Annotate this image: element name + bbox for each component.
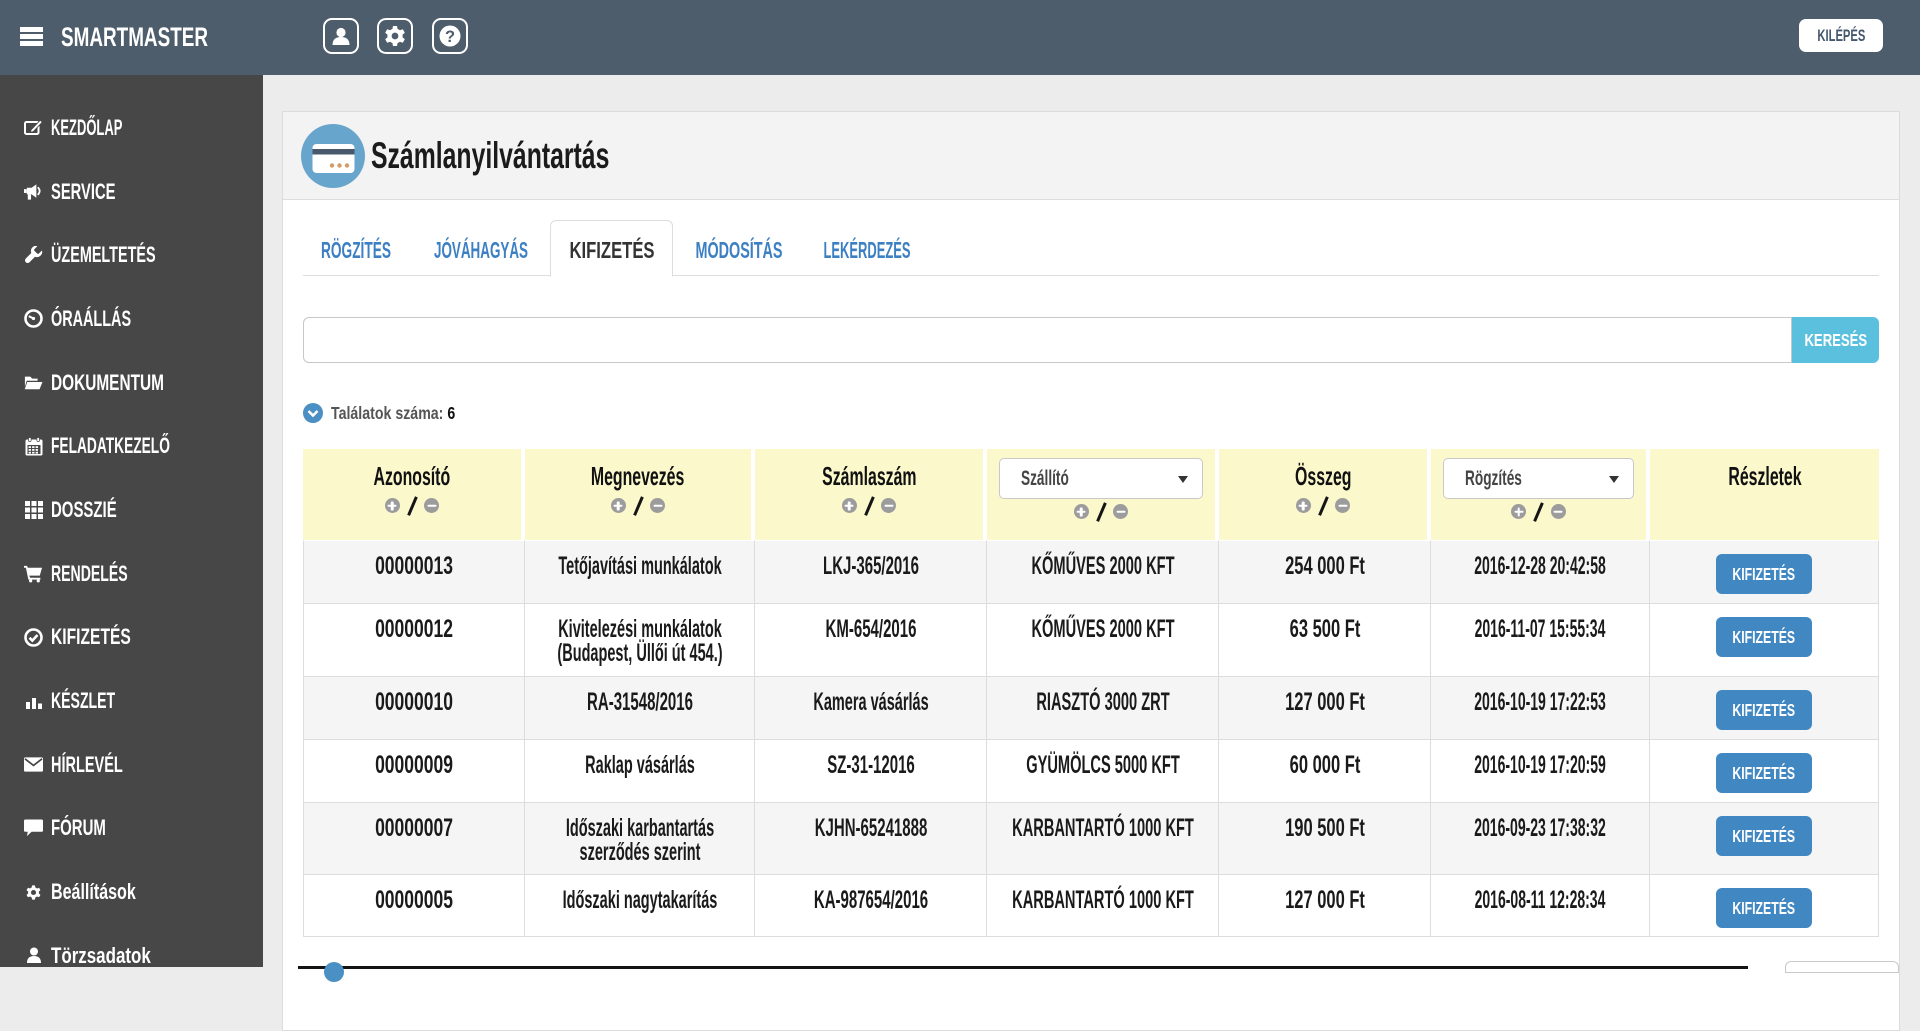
- svg-text:?: ?: [445, 28, 455, 46]
